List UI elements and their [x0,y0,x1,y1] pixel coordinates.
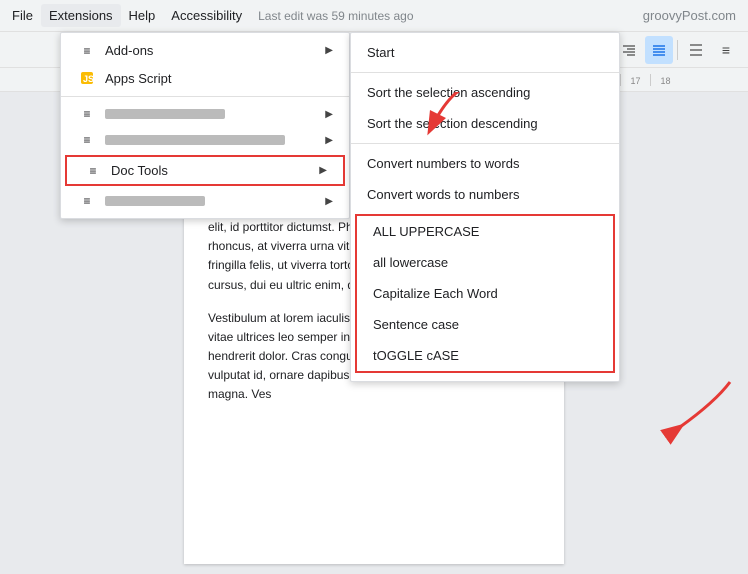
menu-extensions[interactable]: Extensions [41,4,121,27]
submenu-lowercase[interactable]: all lowercase [357,247,613,278]
ruler-tick-17: 17 [620,74,650,86]
svg-text:JS: JS [83,74,94,84]
toolbar-line-spacing[interactable] [682,36,710,64]
submenu-toggle-label: tOGGLE cASE [373,348,459,363]
blurred3-arrow: ▶ [325,196,333,207]
submenu-divider-2 [351,143,619,144]
blurred1-arrow: ▶ [325,109,333,120]
blurred1-text [105,109,225,119]
submenu-convert-num[interactable]: Convert numbers to words [351,148,619,179]
ruler-tick-18: 18 [650,74,680,86]
site-name: groovyPost.com [643,8,736,23]
submenu-convert-words-label: Convert words to numbers [367,187,519,202]
submenu-uppercase-label: ALL UPPERCASE [373,224,479,239]
submenu-toggle[interactable]: tOGGLE cASE [357,340,613,371]
blurred2-icon: ≡ [77,133,97,147]
dropdown-apps-script[interactable]: JS Apps Script [61,64,349,92]
blurred1-icon: ≡ [77,107,97,121]
submenu-sentence[interactable]: Sentence case [357,309,613,340]
toolbar-more-options[interactable]: ≡ [712,36,740,64]
submenu-capitalize-label: Capitalize Each Word [373,286,498,301]
addons-icon: ≡ [77,44,97,58]
submenu-sentence-label: Sentence case [373,317,459,332]
apps-script-label: Apps Script [105,71,171,86]
dropdown-divider-1 [61,96,349,97]
submenu-lowercase-label: all lowercase [373,255,448,270]
submenu-sort-desc-label: Sort the selection descending [367,116,538,131]
submenu-sort-asc-label: Sort the selection ascending [367,85,530,100]
dropdown-doc-tools[interactable]: ≡ Doc Tools ▶ [65,155,345,186]
blurred3-text [105,196,205,206]
blurred2-text [105,135,285,145]
toolbar-sep1 [677,40,678,60]
submenu-convert-words[interactable]: Convert words to numbers [351,179,619,210]
dropdown-blurred-2[interactable]: ≡ ▶ [61,127,349,153]
submenu-capitalize[interactable]: Capitalize Each Word [357,278,613,309]
submenu-convert-num-label: Convert numbers to words [367,156,519,171]
doc-tools-submenu: Start Sort the selection ascending Sort … [350,32,620,382]
submenu-divider-1 [351,72,619,73]
blurred3-icon: ≡ [77,194,97,208]
addons-arrow: ▶ [325,45,333,56]
apps-script-icon: JS [77,70,97,86]
addons-label: Add-ons [105,43,153,58]
last-edit-text: Last edit was 59 minutes ago [258,9,413,23]
dropdown-addons[interactable]: ≡ Add-ons ▶ [61,37,349,64]
extensions-dropdown: ≡ Add-ons ▶ JS Apps Script ≡ ▶ ≡ ▶ ≡ Doc… [60,32,350,219]
submenu-sort-asc[interactable]: Sort the selection ascending [351,77,619,108]
doc-tools-icon: ≡ [83,164,103,178]
dropdown-blurred-3[interactable]: ≡ ▶ [61,188,349,214]
doc-tools-arrow: ▶ [319,165,327,176]
submenu-uppercase[interactable]: ALL UPPERCASE [357,216,613,247]
menu-file[interactable]: File [4,4,41,27]
submenu-start-label: Start [367,45,394,60]
blurred2-arrow: ▶ [325,135,333,146]
menu-help[interactable]: Help [121,4,164,27]
menu-accessibility[interactable]: Accessibility [163,4,250,27]
toolbar-align-justify[interactable] [645,36,673,64]
submenu-start[interactable]: Start [351,37,619,68]
red-arrow-2 [660,372,740,455]
submenu-case-section: ALL UPPERCASE all lowercase Capitalize E… [355,214,615,373]
submenu-sort-desc[interactable]: Sort the selection descending [351,108,619,139]
dropdown-blurred-1[interactable]: ≡ ▶ [61,101,349,127]
doc-tools-label: Doc Tools [111,163,168,178]
menu-bar: File Extensions Help Accessibility Last … [0,0,748,32]
